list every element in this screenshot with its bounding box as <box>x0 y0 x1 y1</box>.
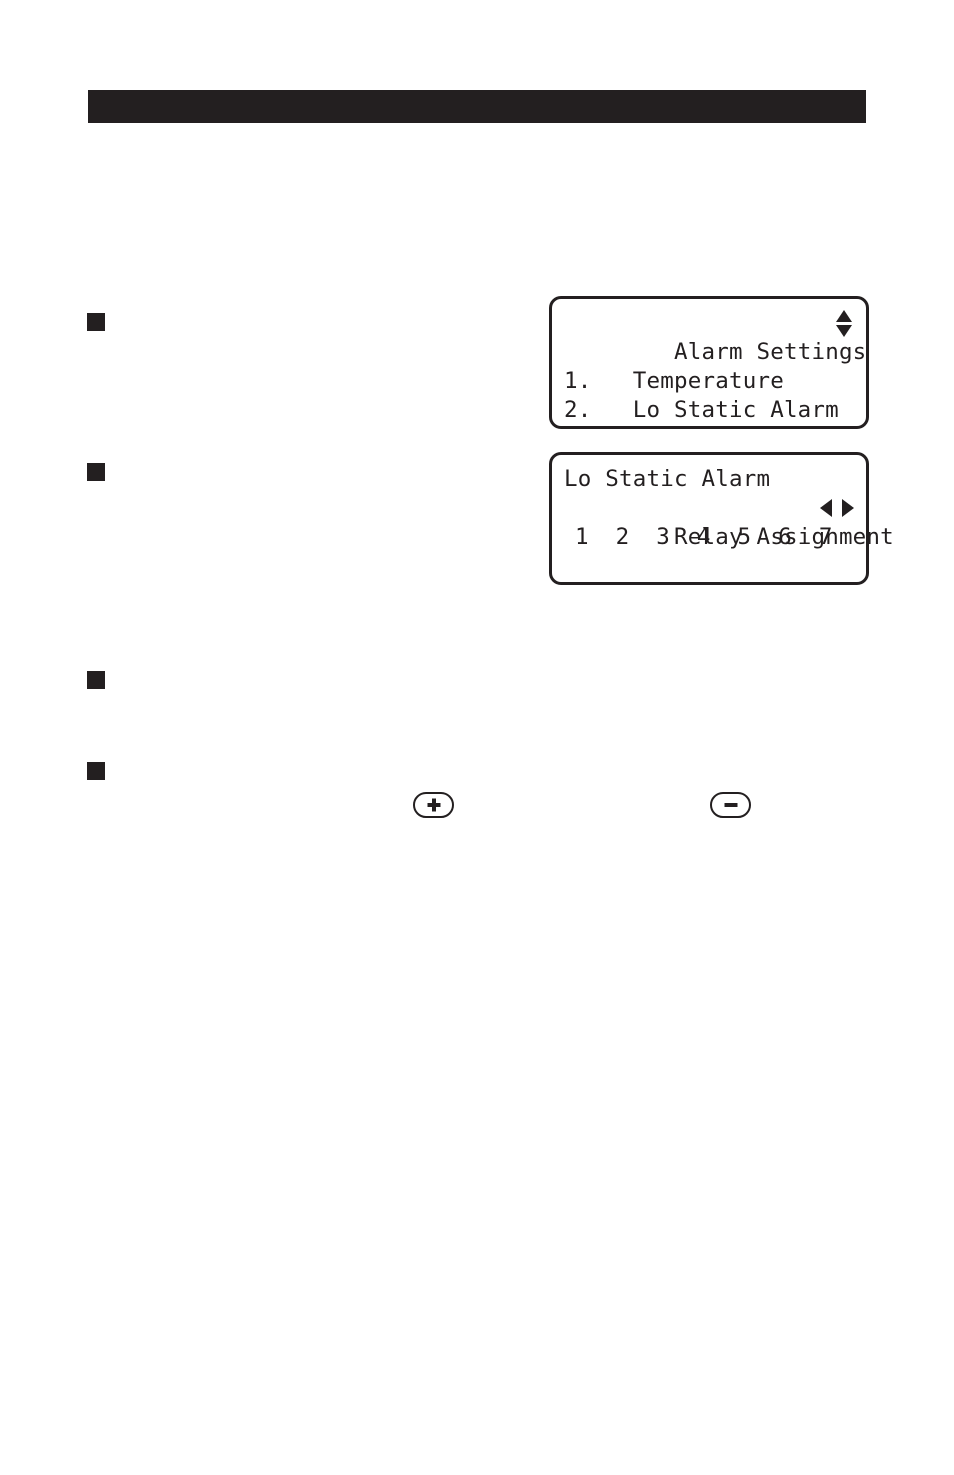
plus-icon-vertical-bar <box>431 798 436 812</box>
lcd-relay-assignment-content: Lo Static Alarm Relay Assignment 1 2 3 4… <box>564 465 894 552</box>
bullet-marker-1 <box>87 313 105 331</box>
lcd-alarm-settings-content: Alarm Settings 1. Temperature 2. Lo Stat… <box>564 309 866 425</box>
arrow-up-icon <box>836 310 852 322</box>
lcd-menu-item-lo-static-alarm[interactable]: 2. Lo Static Alarm <box>564 396 856 425</box>
lcd-relay-title-row2: Relay Assignment <box>564 494 894 550</box>
section-header-bar <box>88 90 866 123</box>
lcd-blank-line <box>564 338 856 367</box>
bullet-marker-2 <box>87 463 105 481</box>
manual-page: Alarm Settings 1. Temperature 2. Lo Stat… <box>0 0 954 1475</box>
lcd-relay-assignment-screen: Lo Static Alarm Relay Assignment 1 2 3 4… <box>549 452 894 585</box>
lcd-menu-item-temperature[interactable]: 1. Temperature <box>564 367 856 396</box>
lcd-relay-title-line1: Lo Static Alarm <box>564 466 771 492</box>
arrow-right-icon <box>842 499 854 517</box>
arrow-down-icon <box>836 325 852 337</box>
lcd-alarm-settings-screen: Alarm Settings 1. Temperature 2. Lo Stat… <box>549 296 869 429</box>
plus-icon <box>415 794 452 816</box>
arrow-left-icon <box>820 499 832 517</box>
scroll-up-down-arrows-icon[interactable] <box>834 310 854 337</box>
minus-icon <box>712 794 749 816</box>
bullet-marker-3 <box>87 671 105 689</box>
lcd-title-row: Alarm Settings <box>564 309 866 365</box>
minus-key-button[interactable] <box>710 792 751 818</box>
minus-icon-horizontal-bar <box>724 803 737 807</box>
plus-key-button[interactable] <box>413 792 454 818</box>
bullet-marker-4 <box>87 762 105 780</box>
scroll-left-right-arrows-icon[interactable] <box>820 499 854 517</box>
